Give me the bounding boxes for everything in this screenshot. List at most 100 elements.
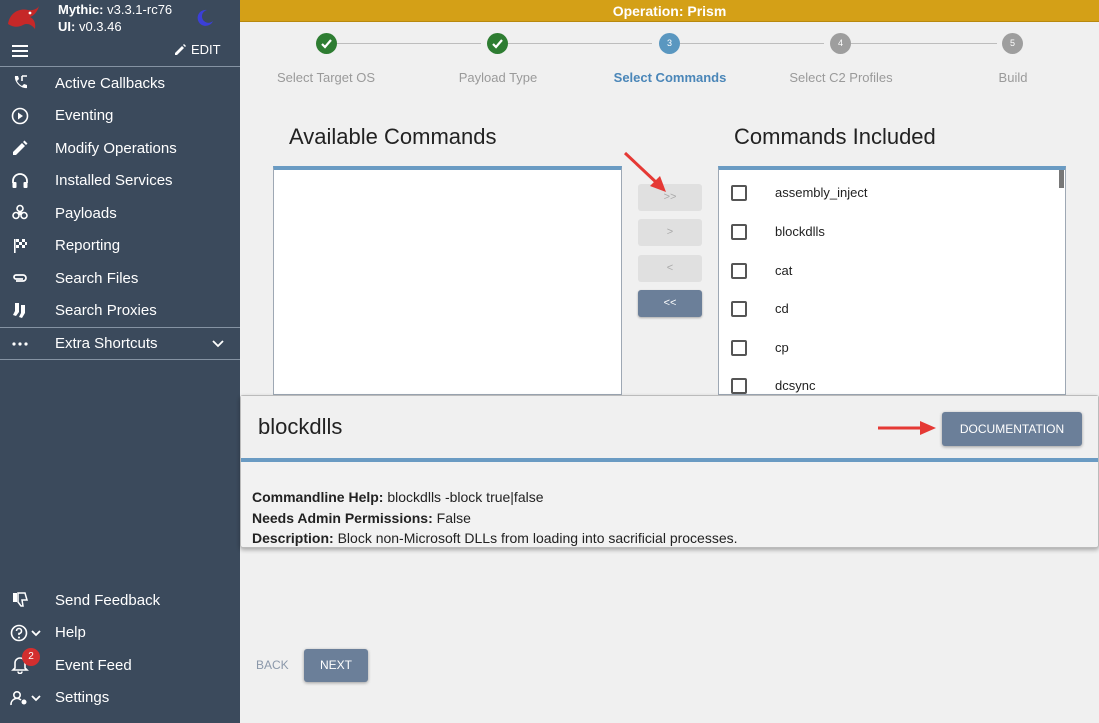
step-connector (337, 43, 481, 44)
phone-callback-icon (10, 74, 30, 92)
sidebar-item-active-callbacks[interactable]: Active Callbacks (0, 67, 240, 100)
admin-value: False (436, 509, 471, 526)
detail-command-name: blockdlls (258, 414, 343, 439)
list-item[interactable]: blockdlls (719, 213, 1065, 251)
commands-included-list[interactable]: assembly_inject blockdlls cat cd cp dcsy… (718, 166, 1066, 395)
app-name-label: Mythic: (58, 2, 104, 17)
step-label-payload-type: Payload Type (458, 70, 538, 85)
move-right-button[interactable]: > (638, 219, 702, 246)
sidebar-item-help[interactable]: Help (0, 617, 240, 650)
detail-body: Commandline Help: blockdlls -block true|… (252, 487, 738, 549)
sidebar-item-label: Modify Operations (55, 139, 177, 157)
detail-header: blockdlls DOCUMENTATION (241, 396, 1098, 462)
move-left-button[interactable]: < (638, 255, 702, 282)
checkbox[interactable] (731, 185, 747, 201)
sidebar-item-send-feedback[interactable]: Send Feedback (0, 584, 240, 617)
step-5-number: 5 (1002, 33, 1023, 54)
sidebar-nav: Active Callbacks Eventing Modify Operati… (0, 67, 240, 360)
next-button[interactable]: NEXT (304, 649, 368, 682)
ui-version: v0.3.46 (78, 19, 122, 34)
command-name: assembly_inject (775, 185, 868, 200)
edit-label: EDIT (191, 42, 221, 57)
headphones-icon (10, 172, 30, 190)
socks-icon (10, 302, 30, 320)
sidebar-item-label: Reporting (55, 237, 121, 255)
list-item[interactable]: cp (719, 329, 1065, 367)
payload-stepper: 3 4 5 Select Target OS Payload Type Sele… (240, 22, 1099, 102)
list-item[interactable]: cd (719, 290, 1065, 328)
sidebar-item-label: Active Callbacks (55, 74, 166, 92)
moon-icon[interactable] (196, 9, 214, 27)
step-connector (508, 43, 652, 44)
description-value: Block non-Microsoft DLLs from loading in… (337, 530, 738, 546)
back-button[interactable]: BACK (256, 658, 289, 672)
help-label: Commandline Help: (252, 489, 384, 505)
annotation-arrow-icon (623, 151, 666, 192)
user-settings-icon (10, 689, 44, 707)
checkbox[interactable] (731, 340, 747, 356)
operation-header: Operation: Prism (240, 0, 1099, 22)
sidebar-item-label: Search Files (55, 269, 139, 287)
documentation-button[interactable]: DOCUMENTATION (942, 412, 1082, 446)
command-detail-panel: blockdlls DOCUMENTATION Commandline Help… (240, 395, 1099, 548)
help-value: blockdlls -block true|false (387, 489, 544, 505)
pencil-icon (175, 44, 186, 55)
paperclip-icon (10, 269, 30, 287)
sidebar-item-eventing[interactable]: Eventing (0, 100, 240, 133)
checkbox[interactable] (731, 301, 747, 317)
sidebar-item-search-proxies[interactable]: Search Proxies (0, 295, 240, 328)
step-1-check-icon (316, 33, 337, 54)
checkbox[interactable] (731, 378, 747, 394)
biohazard-icon (10, 204, 30, 222)
available-commands-list[interactable] (273, 166, 622, 395)
step-4-number: 4 (830, 33, 851, 54)
available-commands-title: Available Commands (289, 124, 497, 149)
sidebar-item-label: Payloads (55, 204, 117, 222)
version-info: Mythic: v3.3.1-rc76 UI: v0.3.46 (58, 1, 172, 35)
sidebar-item-installed-services[interactable]: Installed Services (0, 165, 240, 198)
command-name: cat (775, 263, 793, 278)
list-item[interactable]: cat (719, 252, 1065, 290)
checkbox[interactable] (731, 224, 747, 240)
sidebar: Mythic: v3.3.1-rc76 UI: v0.3.46 EDIT Act… (0, 0, 240, 723)
app-version: v3.3.1-rc76 (107, 2, 173, 17)
step-label-target-os: Select Target OS (276, 70, 376, 85)
admin-label: Needs Admin Permissions: (252, 509, 433, 526)
edit-button[interactable]: EDIT (173, 42, 221, 57)
extra-shortcuts-toggle[interactable]: Extra Shortcuts (0, 327, 240, 360)
list-item[interactable]: assembly_inject (719, 174, 1065, 212)
sidebar-item-payloads[interactable]: Payloads (0, 197, 240, 230)
step-3-number: 3 (659, 33, 680, 54)
pencil-icon (10, 139, 30, 157)
sidebar-item-settings[interactable]: Settings (0, 682, 240, 715)
move-all-left-button[interactable]: << (638, 290, 702, 317)
step-connector (851, 43, 997, 44)
event-feed-badge: 2 (22, 648, 40, 666)
sidebar-item-label: Send Feedback (55, 591, 161, 609)
more-horizontal-icon (10, 335, 30, 353)
step-label-build: Build (998, 70, 1028, 85)
help-circle-icon (10, 624, 44, 642)
command-name: blockdlls (775, 224, 825, 239)
brand-area: Mythic: v3.3.1-rc76 UI: v0.3.46 EDIT (0, 0, 240, 67)
play-circle-icon (10, 107, 30, 125)
sidebar-item-label: Settings (55, 689, 110, 707)
sidebar-item-label: Eventing (55, 107, 114, 125)
sidebar-item-search-files[interactable]: Search Files (0, 262, 240, 295)
step-connector (680, 43, 824, 44)
commands-included-title: Commands Included (734, 124, 936, 149)
annotation-arrow-icon (878, 421, 936, 435)
menu-icon[interactable] (10, 42, 30, 60)
command-name: cp (775, 340, 789, 355)
step-label-select-commands: Select Commands (613, 70, 727, 85)
command-name: cd (775, 301, 789, 316)
sidebar-item-reporting[interactable]: Reporting (0, 230, 240, 263)
sidebar-item-label: Event Feed (55, 656, 132, 674)
sidebar-item-label: Search Proxies (55, 302, 157, 320)
checkbox[interactable] (731, 263, 747, 279)
sidebar-item-label: Help (55, 624, 86, 642)
sidebar-item-modify-operations[interactable]: Modify Operations (0, 132, 240, 165)
list-item[interactable]: dcsync (719, 367, 1065, 394)
step-label-c2-profiles: Select C2 Profiles (789, 70, 893, 85)
sidebar-item-label: Installed Services (55, 172, 173, 190)
